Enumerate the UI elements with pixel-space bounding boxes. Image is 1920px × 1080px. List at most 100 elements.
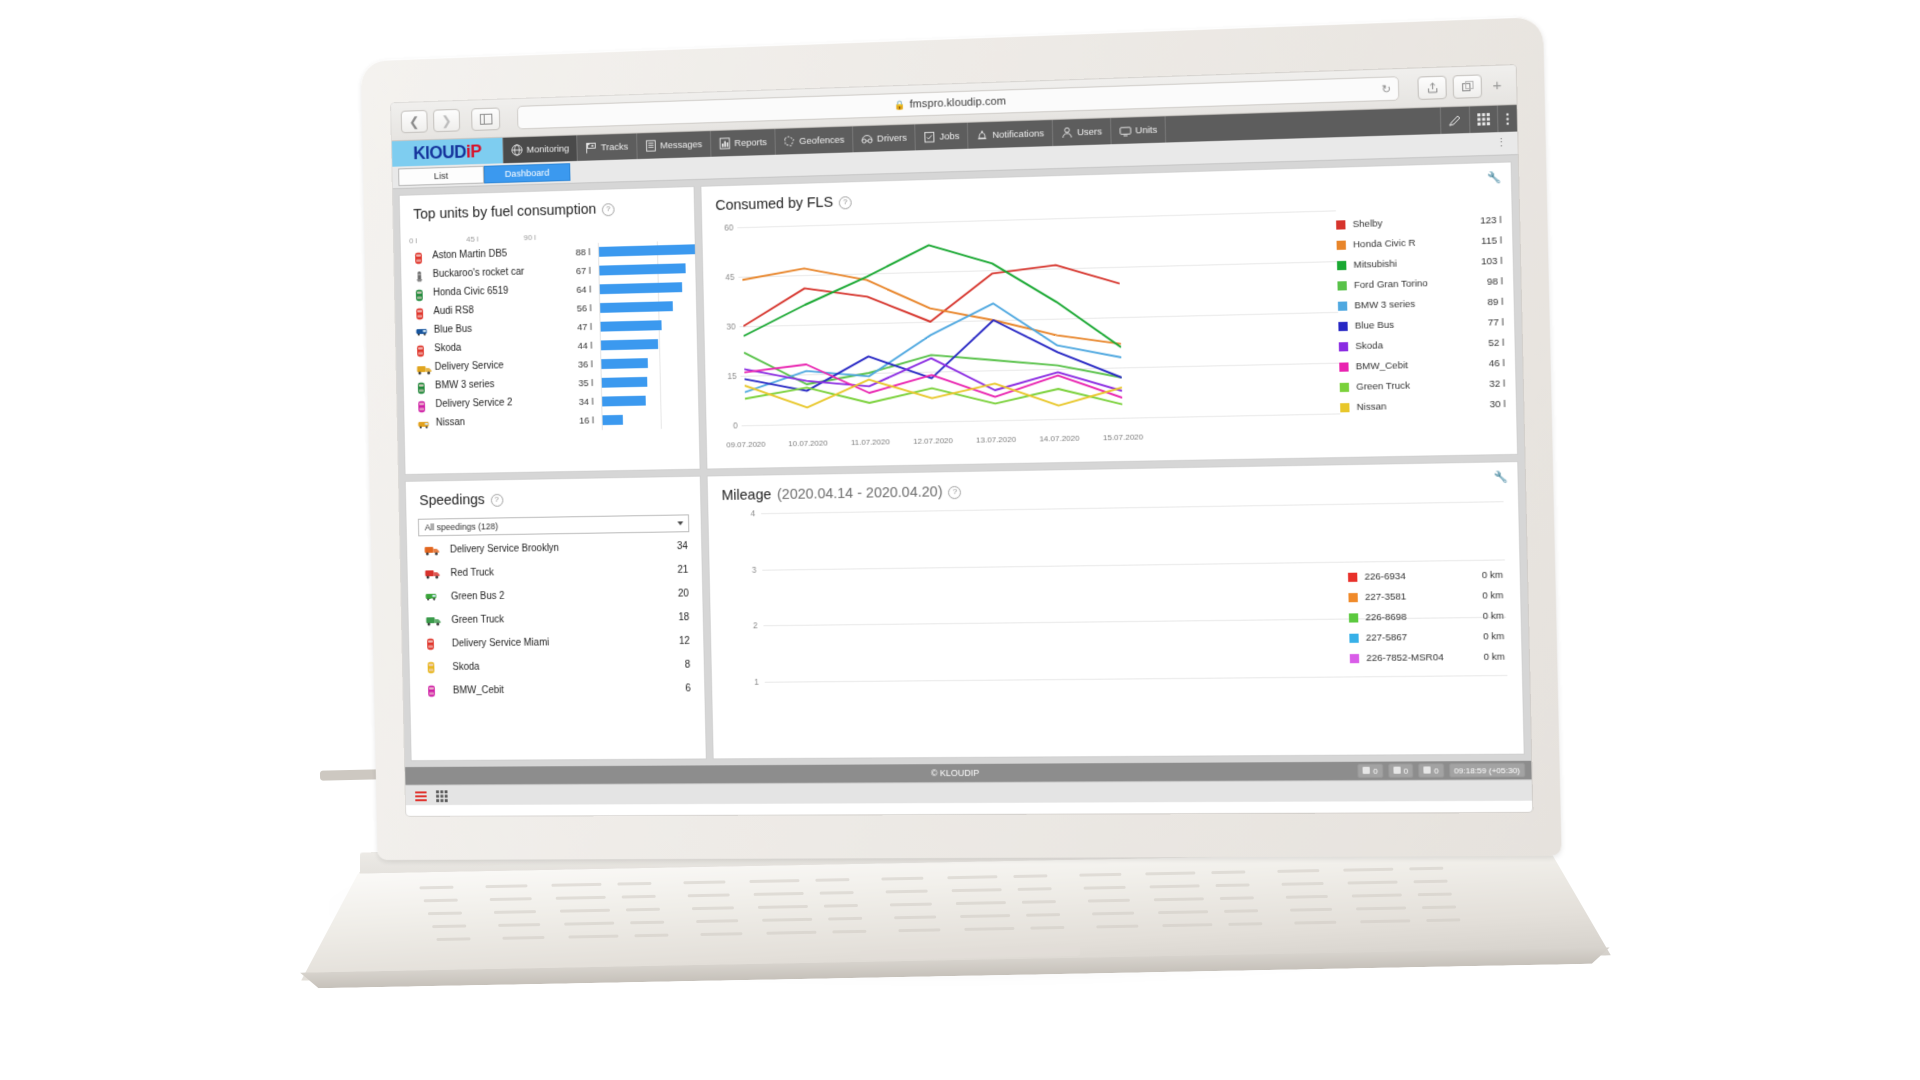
key: [1228, 922, 1263, 926]
speeding-row[interactable]: Skoda 8: [409, 653, 704, 679]
status-counter[interactable]: 0: [1418, 763, 1444, 778]
status-counter[interactable]: 0: [1357, 763, 1384, 779]
list-icon[interactable]: [415, 789, 427, 802]
legend-value: 89 l: [1487, 296, 1504, 308]
nav-item-geofences[interactable]: Geofences: [774, 126, 853, 155]
share-button[interactable]: [1417, 75, 1448, 100]
speeding-row[interactable]: BMW_Cebit 6: [410, 676, 705, 702]
nav-item-reports[interactable]: Reports: [709, 128, 776, 157]
speeding-count: 8: [684, 659, 691, 671]
add-tab-button[interactable]: +: [1488, 76, 1506, 94]
legend-value: 30 l: [1489, 398, 1506, 410]
key: [1219, 896, 1254, 901]
speeding-row[interactable]: Green Bus 2 20: [408, 581, 703, 608]
speeding-row[interactable]: Green Truck 18: [408, 605, 703, 632]
key: [683, 880, 726, 885]
x-axis-tick: 10.07.2020: [788, 438, 828, 449]
key: [894, 915, 937, 920]
key: [551, 882, 602, 887]
key: [815, 878, 850, 882]
legend-item[interactable]: 226-8698 0 km: [1348, 605, 1505, 627]
legend-item[interactable]: 226-6934 0 km: [1347, 565, 1504, 587]
kebab-icon[interactable]: [1496, 104, 1518, 133]
card-speedings: Speedings ? All speedings (128) Delivery…: [404, 475, 707, 762]
status-counter[interactable]: 0: [1387, 763, 1414, 778]
legend-item[interactable]: 226-7852-MSR04 0 km: [1349, 646, 1506, 668]
nav-item-drivers[interactable]: Drivers: [852, 124, 915, 153]
nav-item-notifications[interactable]: Notifications: [967, 120, 1053, 149]
nav-item-label: Monitoring: [526, 143, 570, 156]
chart-icon: [719, 137, 731, 149]
key: [898, 928, 941, 933]
bell-icon: [1423, 765, 1431, 775]
fuel-bar: [602, 395, 647, 407]
question-icon[interactable]: ?: [838, 195, 852, 209]
key: [1343, 867, 1394, 872]
fuel-bar: [600, 301, 673, 313]
new-tab-button[interactable]: [1452, 73, 1483, 99]
tab-list[interactable]: List: [398, 165, 485, 187]
key: [964, 926, 1015, 931]
fuel-bar: [601, 358, 648, 370]
wrench-icon[interactable]: 🔧: [1487, 171, 1502, 185]
key: [881, 876, 924, 881]
nav-item-tracks[interactable]: Tracks: [576, 133, 637, 161]
key: [1351, 893, 1402, 898]
key: [885, 889, 928, 894]
key: [568, 934, 619, 939]
nav-item-label: Jobs: [939, 130, 960, 143]
laptop-screen-bezel: ❮ ❯ 🔒 fmspro.kloudip.com ↻ + KlOUD iP Mo…: [391, 65, 1533, 816]
back-button[interactable]: ❮: [400, 109, 428, 133]
legend-swatch: [1348, 612, 1359, 623]
share-icon: [1427, 81, 1439, 93]
fuel-unit-name: Nissan: [418, 416, 562, 430]
nav-item-monitoring[interactable]: Monitoring: [502, 135, 578, 164]
nav-item-jobs[interactable]: Jobs: [914, 122, 968, 151]
lock-icon: 🔒: [894, 99, 906, 110]
units-icon: [1119, 124, 1131, 136]
pen-icon[interactable]: [1439, 106, 1470, 134]
forward-button[interactable]: ❯: [432, 108, 461, 132]
fuel-bar-track: [599, 334, 686, 356]
tab-dashboard[interactable]: Dashboard: [483, 163, 571, 184]
speedings-filter-select[interactable]: All speedings (128): [417, 514, 690, 537]
tab-overflow-menu-icon[interactable]: ⋮: [1495, 136, 1507, 150]
mileage-chart: 4 3 2 1 226-6934 0 km 227-3581 0 km 226-8698 0 k…: [708, 491, 1522, 710]
key: [489, 897, 532, 902]
fuel-bar-track: [600, 353, 686, 374]
legend-item[interactable]: Nissan 30 l: [1340, 394, 1506, 418]
nav-item-label: Notifications: [992, 127, 1045, 141]
reload-icon[interactable]: ↻: [1381, 82, 1391, 96]
speeding-unit-name: Delivery Service Miami: [451, 637, 550, 649]
question-icon[interactable]: ?: [601, 202, 615, 216]
fuel-unit-name: Aston Martin DB5: [414, 248, 558, 264]
key: [753, 891, 804, 896]
grid-icon[interactable]: [1468, 105, 1498, 134]
speeding-row[interactable]: Delivery Service Miami 12: [409, 629, 704, 656]
key: [423, 898, 458, 903]
question-icon[interactable]: ?: [948, 485, 962, 499]
fuel-value: 16 l: [579, 415, 595, 427]
key: [762, 917, 813, 922]
legend-item[interactable]: 227-5867 0 km: [1349, 626, 1505, 648]
sidebar-toggle-button[interactable]: [471, 106, 501, 131]
grid-icon[interactable]: [436, 789, 448, 803]
key: [1290, 907, 1333, 912]
kloudip-logo[interactable]: KlOUD iP: [391, 137, 503, 167]
nav-item-users[interactable]: Users: [1051, 118, 1111, 147]
fuel-bar: [600, 339, 658, 351]
key: [436, 937, 471, 942]
legend-item[interactable]: 227-3581 0 km: [1348, 585, 1504, 607]
fuel-value: 44 l: [577, 340, 593, 352]
monitor-icon: [1362, 766, 1371, 775]
dashboard-row-bottom: Speedings ? All speedings (128) Delivery…: [404, 461, 1525, 762]
wrench-icon[interactable]: 🔧: [1494, 470, 1509, 484]
fuel-value: 88 l: [575, 247, 591, 259]
key: [1145, 871, 1196, 876]
key: [1211, 870, 1246, 875]
question-icon[interactable]: ?: [490, 493, 504, 507]
key: [1277, 869, 1320, 873]
fuel-chart: 0 l 45 l 90 l Aston Martin DB5 88 l Buckaroo…: [400, 215, 701, 440]
nav-item-units[interactable]: Units: [1109, 116, 1166, 145]
nav-item-messages[interactable]: Messages: [635, 131, 711, 160]
